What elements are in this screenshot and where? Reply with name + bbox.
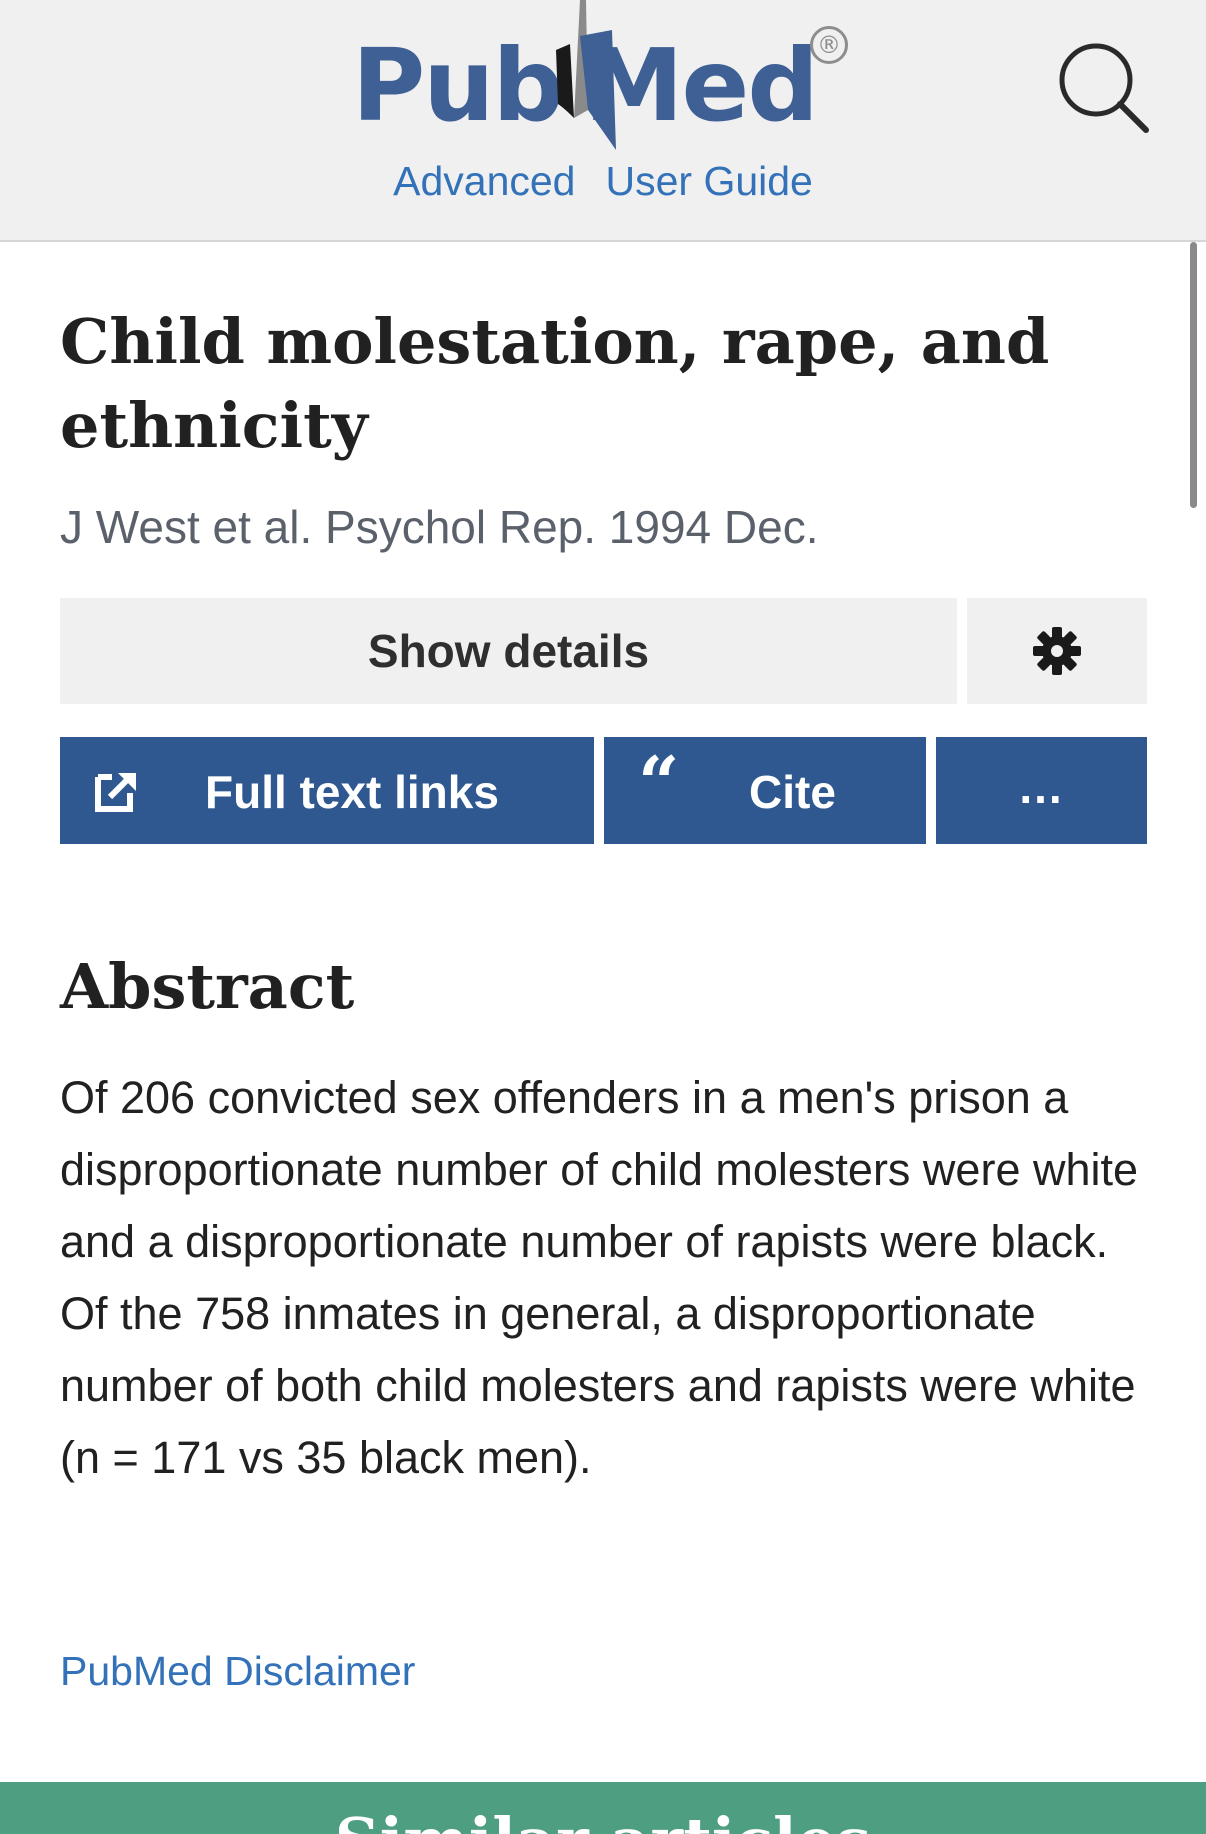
cite-label: Cite: [749, 766, 836, 818]
more-actions-button[interactable]: ...: [936, 737, 1147, 844]
similar-articles-heading: Similar articles: [0, 1810, 1206, 1834]
similar-articles-bar[interactable]: Similar articles: [0, 1782, 1206, 1834]
header: Pub Med ® Advanced User Guide: [0, 0, 1206, 242]
gear-icon: [1033, 627, 1081, 675]
quote-icon: “: [638, 740, 680, 825]
article-title: Child molestation, rape, and ethnicity: [60, 305, 1050, 462]
scrollbar[interactable]: [1190, 242, 1197, 508]
external-link-icon: [95, 772, 136, 812]
cite-button[interactable]: “ Cite: [604, 737, 926, 844]
user-guide-link[interactable]: User Guide: [605, 158, 812, 205]
search-icon[interactable]: [1056, 40, 1156, 140]
full-text-links-button[interactable]: Full text links: [60, 737, 594, 844]
pubmed-article-page: Pub Med ® Advanced User Guide Child mole…: [0, 0, 1206, 1834]
abstract-heading: Abstract: [60, 950, 355, 1023]
show-details-button[interactable]: Show details: [60, 598, 957, 704]
full-text-links-label: Full text links: [205, 766, 499, 818]
article-citation: J West et al. Psychol Rep. 1994 Dec.: [60, 501, 819, 553]
abstract-text: Of 206 convicted sex offenders in a men'…: [60, 1072, 1139, 1483]
pubmed-disclaimer-link[interactable]: PubMed Disclaimer: [60, 1648, 415, 1695]
logo-text-pub: Pub: [352, 27, 564, 144]
registered-mark: ®: [810, 26, 848, 64]
more-actions-label: ...: [1019, 760, 1064, 813]
advanced-search-link[interactable]: Advanced: [393, 158, 575, 205]
header-links: Advanced User Guide: [0, 158, 1206, 205]
pubmed-logo[interactable]: Pub Med ®: [352, 0, 852, 160]
logo-text-med: Med: [584, 27, 819, 144]
display-options-button[interactable]: [967, 598, 1147, 704]
